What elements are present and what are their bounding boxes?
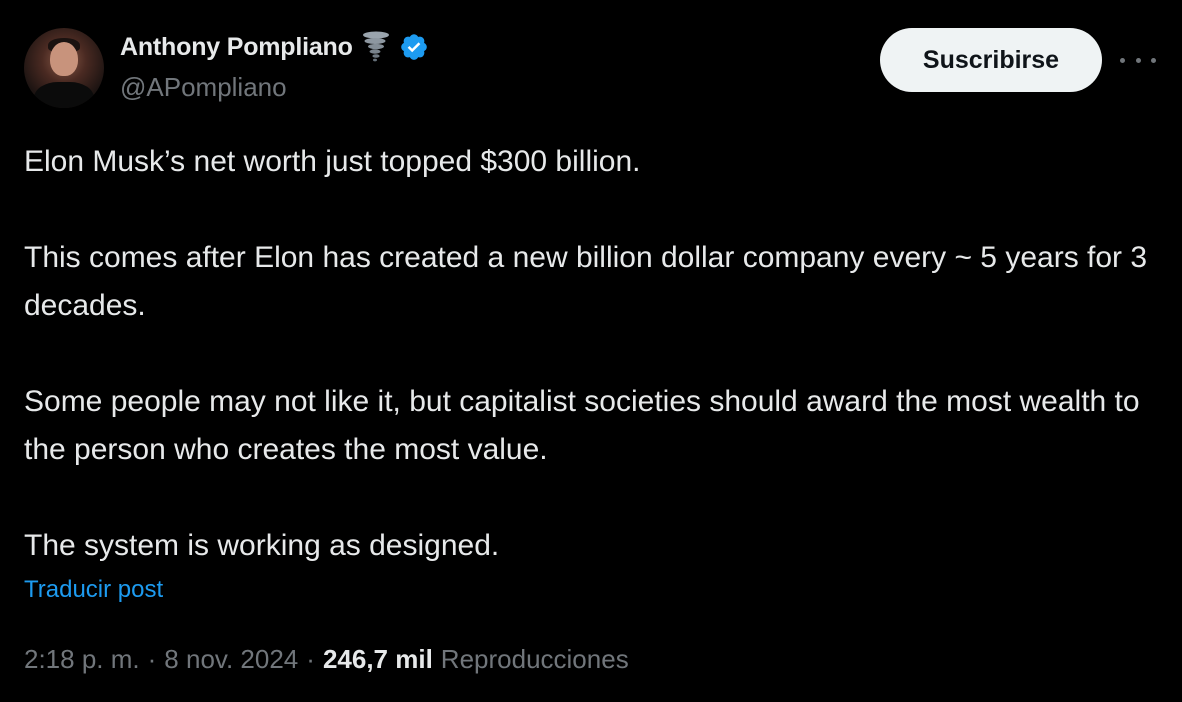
avatar-shirt xyxy=(34,82,94,108)
tweet-paragraph: Elon Musk’s net worth just topped $300 b… xyxy=(24,145,641,178)
views-count[interactable]: 246,7 mil xyxy=(323,644,433,675)
tweet-meta: 2:18 p. m. · 8 nov. 2024 · 246,7 mil Rep… xyxy=(24,644,629,675)
avatar-face xyxy=(50,42,78,76)
meta-separator: · xyxy=(306,644,315,674)
post-time[interactable]: 2:18 p. m. xyxy=(24,644,140,675)
tweet-paragraph: The system is working as designed. xyxy=(24,529,500,562)
author-name[interactable]: Anthony Pompliano xyxy=(120,33,353,62)
more-dot xyxy=(1120,57,1125,63)
author-handle[interactable]: @APompliano xyxy=(120,72,287,103)
more-dot xyxy=(1151,57,1156,63)
more-dot xyxy=(1135,57,1141,63)
tweet-paragraph: Some people may not like it, but capital… xyxy=(24,385,1140,466)
translate-post-link[interactable]: Traducir post xyxy=(24,576,163,604)
author-name-row: Anthony Pompliano xyxy=(120,30,429,64)
tornado-icon xyxy=(361,30,391,64)
avatar[interactable] xyxy=(24,28,104,108)
tweet-text: Elon Musk’s net worth just topped $300 b… xyxy=(24,138,1164,570)
meta-separator: · xyxy=(147,644,157,674)
verified-badge-icon[interactable] xyxy=(399,32,429,62)
tweet-paragraph: This comes after Elon has created a new … xyxy=(24,241,1148,322)
post-date[interactable]: 8 nov. 2024 xyxy=(164,644,298,675)
subscribe-button[interactable]: Suscribirse xyxy=(880,28,1102,92)
views-label: Reproducciones xyxy=(440,644,629,674)
more-horizontal-icon[interactable] xyxy=(1120,50,1156,70)
